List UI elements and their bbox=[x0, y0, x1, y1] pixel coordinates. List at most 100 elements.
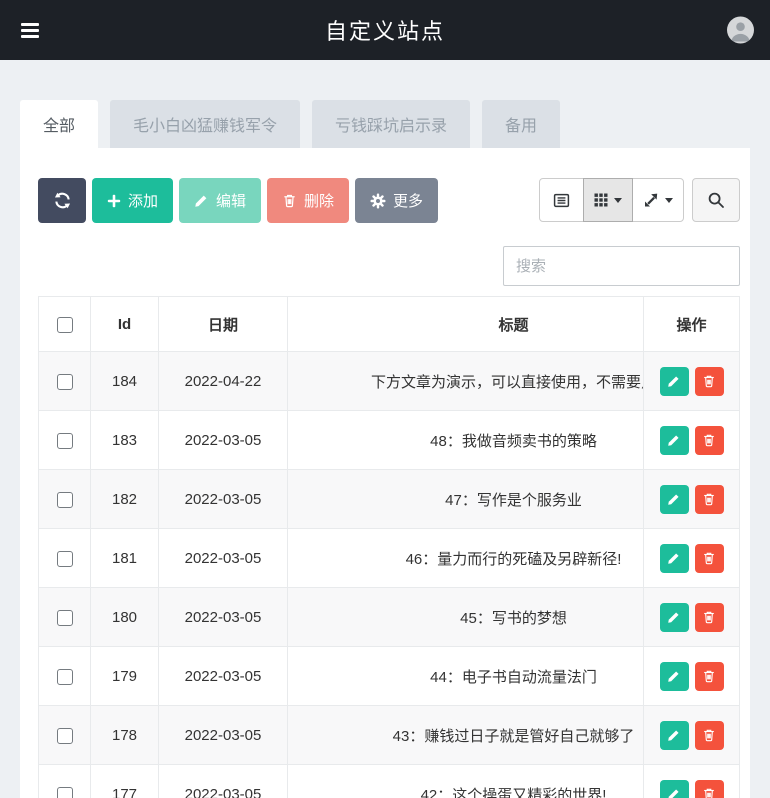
plus-icon bbox=[107, 194, 121, 207]
tab-all[interactable]: 全部 bbox=[20, 100, 99, 148]
app-header: 自定义站点 bbox=[0, 0, 770, 60]
delete-row-button[interactable] bbox=[694, 484, 724, 514]
trash-icon bbox=[704, 375, 714, 388]
pencil-icon bbox=[668, 612, 679, 623]
table-row[interactable]: 179 2022-03-05 44：电子书自动流量法门 bbox=[39, 647, 740, 706]
trash-icon bbox=[704, 670, 714, 683]
more-button[interactable]: 更多 bbox=[355, 178, 439, 223]
add-button-label: 添加 bbox=[128, 193, 159, 210]
edit-button[interactable]: 编辑 bbox=[179, 178, 262, 223]
row-date: 2022-03-05 bbox=[159, 647, 288, 706]
edit-row-button[interactable] bbox=[659, 720, 689, 750]
table-row[interactable]: 181 2022-03-05 46：量力而行的死磕及另辟新径! bbox=[39, 529, 740, 588]
export-icon bbox=[645, 193, 658, 207]
pencil-icon bbox=[668, 494, 679, 505]
columns-dropdown-button[interactable] bbox=[583, 178, 633, 222]
pencil-icon bbox=[668, 553, 679, 564]
row-checkbox[interactable] bbox=[56, 491, 73, 508]
row-actions bbox=[643, 706, 740, 765]
pencil-icon bbox=[668, 435, 679, 446]
table-row[interactable]: 183 2022-03-05 48：我做音频卖书的策略 bbox=[39, 411, 740, 470]
row-id: 179 bbox=[91, 647, 159, 706]
row-actions bbox=[643, 411, 740, 470]
caret-down-icon bbox=[665, 197, 673, 203]
table-header-row: Id 日期 标题 bbox=[39, 297, 740, 352]
delete-row-button[interactable] bbox=[694, 602, 724, 632]
search-input[interactable] bbox=[503, 246, 740, 286]
pencil-icon bbox=[668, 376, 679, 387]
gear-icon bbox=[370, 193, 386, 208]
table-row[interactable]: 180 2022-03-05 45：写书的梦想 bbox=[39, 588, 740, 647]
search-icon bbox=[708, 192, 724, 208]
delete-row-button[interactable] bbox=[694, 425, 724, 455]
pencil-icon bbox=[668, 671, 679, 682]
tab-backup[interactable]: 备用 bbox=[482, 100, 561, 148]
row-date: 2022-03-05 bbox=[159, 470, 288, 529]
delete-row-button[interactable] bbox=[694, 661, 724, 691]
row-date: 2022-03-05 bbox=[159, 529, 288, 588]
edit-row-button[interactable] bbox=[659, 543, 689, 573]
pencil-icon bbox=[668, 730, 679, 741]
tab-category-2[interactable]: 亏钱踩坑启示录 bbox=[312, 100, 471, 148]
edit-row-button[interactable] bbox=[659, 366, 689, 396]
avatar[interactable] bbox=[727, 16, 754, 44]
table-row[interactable]: 182 2022-03-05 47：写作是个服务业 bbox=[39, 470, 740, 529]
row-actions bbox=[643, 765, 740, 798]
tab-bar: 全部 毛小白凶猛赚钱军令 亏钱踩坑启示录 备用 bbox=[20, 100, 750, 148]
row-checkbox[interactable] bbox=[56, 609, 73, 626]
edit-button-label: 编辑 bbox=[216, 193, 247, 210]
row-checkbox-cell bbox=[39, 588, 91, 647]
row-checkbox[interactable] bbox=[56, 432, 73, 449]
row-actions bbox=[643, 529, 740, 588]
trash-icon bbox=[704, 729, 714, 742]
view-button-group bbox=[539, 178, 684, 222]
row-date: 2022-04-22 bbox=[159, 352, 288, 411]
row-checkbox[interactable] bbox=[56, 373, 73, 390]
delete-button[interactable]: 删除 bbox=[267, 178, 350, 223]
row-checkbox[interactable] bbox=[56, 668, 73, 685]
row-actions bbox=[643, 470, 740, 529]
edit-row-button[interactable] bbox=[659, 425, 689, 455]
actions-column: 操作 bbox=[643, 297, 740, 798]
search-toggle-button[interactable] bbox=[692, 178, 740, 222]
tab-category-1[interactable]: 毛小白凶猛赚钱军令 bbox=[110, 100, 301, 148]
row-id: 178 bbox=[91, 706, 159, 765]
row-date: 2022-03-05 bbox=[159, 765, 288, 798]
refresh-button[interactable] bbox=[38, 178, 86, 223]
table-row[interactable]: 178 2022-03-05 43：赚钱过日子就是管好自己就够了 bbox=[39, 706, 740, 765]
refresh-icon bbox=[54, 192, 70, 209]
table-row[interactable]: 177 2022-03-05 42：这个操蛋又精彩的世界! bbox=[39, 765, 740, 798]
pagination-toggle-button[interactable] bbox=[539, 178, 584, 222]
delete-row-button[interactable] bbox=[694, 779, 724, 798]
row-checkbox[interactable] bbox=[56, 550, 73, 567]
hamburger-icon bbox=[21, 22, 39, 26]
pencil-icon bbox=[195, 195, 207, 207]
row-checkbox-cell bbox=[39, 411, 91, 470]
column-header-id: Id bbox=[91, 297, 159, 352]
delete-row-button[interactable] bbox=[694, 366, 724, 396]
select-all-cell bbox=[39, 297, 91, 352]
pencil-icon bbox=[668, 789, 679, 798]
add-button[interactable]: 添加 bbox=[92, 178, 174, 223]
edit-row-button[interactable] bbox=[659, 484, 689, 514]
edit-row-button[interactable] bbox=[659, 602, 689, 632]
list-alt-icon bbox=[553, 193, 570, 207]
caret-down-icon bbox=[614, 197, 622, 203]
delete-row-button[interactable] bbox=[694, 543, 724, 573]
export-dropdown-button[interactable] bbox=[632, 178, 684, 222]
trash-icon bbox=[704, 611, 714, 624]
edit-row-button[interactable] bbox=[659, 661, 689, 691]
table-row[interactable]: 184 2022-04-22 下方文章为演示，可以直接使用，不需要点 bbox=[39, 352, 740, 411]
row-checkbox-cell bbox=[39, 529, 91, 588]
toolbar: 添加 编辑 删除 更多 bbox=[38, 178, 740, 223]
select-all-checkbox[interactable] bbox=[56, 316, 73, 333]
content-area: 全部 毛小白凶猛赚钱军令 亏钱踩坑启示录 备用 添加 编辑 删除 更多 搜索 I… bbox=[0, 100, 770, 798]
user-icon bbox=[731, 22, 750, 42]
row-date: 2022-03-05 bbox=[159, 411, 288, 470]
delete-row-button[interactable] bbox=[694, 720, 724, 750]
menu-toggle-button[interactable] bbox=[16, 17, 44, 44]
edit-row-button[interactable] bbox=[659, 779, 689, 798]
row-checkbox[interactable] bbox=[56, 727, 73, 744]
row-checkbox[interactable] bbox=[56, 786, 73, 798]
row-actions bbox=[643, 352, 740, 411]
